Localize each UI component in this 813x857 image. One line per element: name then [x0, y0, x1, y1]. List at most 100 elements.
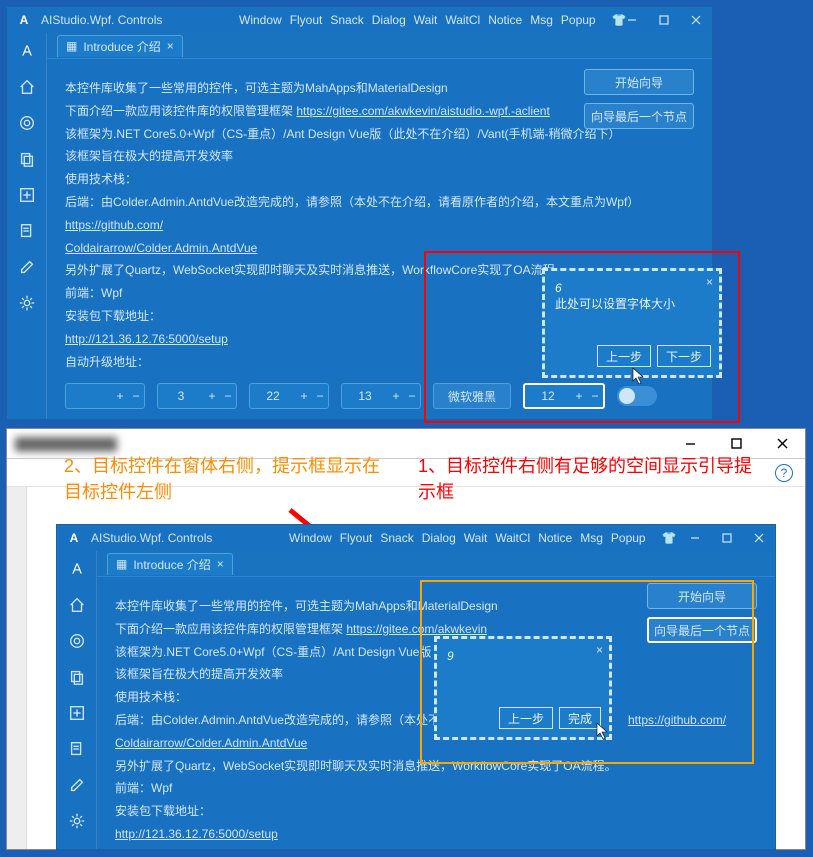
sidebar-documents-icon[interactable] [7, 213, 47, 249]
window-menu: Window Flyout Snack Dialog Wait WaitCl N… [237, 7, 629, 33]
tab-introduce[interactable]: ▦ Introduce 介绍 × [107, 553, 233, 575]
sidebar-documents-icon[interactable] [57, 731, 97, 767]
sidebar-logo-icon[interactable]: A [57, 551, 97, 587]
menu-window[interactable]: Window [237, 13, 284, 27]
spinner-fontsize[interactable]: +− [523, 383, 605, 409]
sidebar-target-icon[interactable] [7, 105, 47, 141]
plus-icon[interactable]: + [296, 384, 312, 408]
doc-link-setup[interactable]: http://121.36.12.76:5000/setup [65, 332, 228, 346]
doc-line: 另外扩展了Quartz，WebSocket实现即时聊天及实时消息推送，Workf… [115, 755, 757, 778]
menu-waitcl[interactable]: WaitCl [443, 13, 482, 27]
menu-notice[interactable]: Notice [486, 13, 524, 27]
minus-icon[interactable]: − [128, 384, 144, 408]
sidebar: A [7, 33, 47, 419]
spinner-c[interactable]: +− [341, 383, 421, 409]
menu-notice[interactable]: Notice [536, 531, 574, 545]
window-menu: Window Flyout Snack Dialog Wait WaitCl N… [287, 525, 679, 551]
menu-wait[interactable]: Wait [412, 13, 440, 27]
help-icon[interactable]: ? [775, 464, 793, 482]
doc-link-gitee[interactable]: https://gitee.com/akwkevin [346, 622, 487, 636]
callout-close-icon[interactable]: × [706, 275, 713, 289]
plus-icon[interactable]: + [112, 384, 128, 408]
doc-link-gitee[interactable]: https://gitee.com/akwkevin/aistudio.-wpf… [296, 104, 549, 118]
font-family-pill[interactable]: 微软雅黑 [433, 383, 511, 409]
svg-text:A: A [22, 44, 32, 60]
plus-icon[interactable]: + [204, 384, 220, 408]
sidebar-duplicate-icon[interactable] [57, 659, 97, 695]
viewer-close-button[interactable] [759, 429, 805, 459]
callout-done-button[interactable]: 完成 [559, 707, 601, 729]
callout-close-icon[interactable]: × [596, 643, 603, 657]
tab-close-icon[interactable]: × [217, 557, 224, 571]
app-window-lower: A AIStudio.Wpf. Controls Window Flyout S… [56, 524, 776, 850]
plus-icon[interactable]: + [571, 384, 587, 408]
doc-link-setup[interactable]: http://121.36.12.76:5000/setup [115, 827, 278, 841]
start-wizard-button[interactable]: 开始向导 [647, 583, 757, 609]
spinner-a[interactable]: +− [157, 383, 237, 409]
menu-popup[interactable]: Popup [609, 531, 648, 545]
close-button[interactable] [743, 525, 775, 551]
menu-msg[interactable]: Msg [528, 13, 555, 27]
sidebar-plus-icon[interactable] [7, 177, 47, 213]
doc-link-github[interactable]: https://github.com/ [65, 218, 163, 232]
plus-icon[interactable]: + [388, 384, 404, 408]
menu-msg[interactable]: Msg [578, 531, 605, 545]
menu-snack[interactable]: Snack [378, 531, 415, 545]
window-title: AIStudio.Wpf. Controls [41, 13, 162, 27]
doc-link-github[interactable]: https://github.com/ [628, 713, 726, 727]
menu-flyout[interactable]: Flyout [338, 531, 375, 545]
spinner-b[interactable]: +− [249, 383, 329, 409]
sidebar-home-icon[interactable] [57, 587, 97, 623]
theme-icon[interactable]: 👕 [660, 531, 679, 545]
doc-link-colder[interactable]: Coldairarrow/Colder.Admin.AntdVue [65, 241, 257, 255]
tab-label: Introduce 介绍 [133, 556, 210, 573]
tab-strip: ▦ Introduce 介绍 × [47, 33, 712, 59]
minus-icon[interactable]: − [312, 384, 328, 408]
menu-dialog[interactable]: Dialog [420, 531, 458, 545]
titlebar-lower: A AIStudio.Wpf. Controls Window Flyout S… [57, 525, 775, 551]
caption-orange: 2、目标控件在窗体右侧，提示框显示在目标控件左侧 [64, 452, 394, 504]
sidebar-target-icon[interactable] [57, 623, 97, 659]
sidebar-plus-icon[interactable] [57, 695, 97, 731]
callout-text: 此处可以设置字体大小 [555, 295, 709, 312]
sidebar-duplicate-icon[interactable] [7, 141, 47, 177]
callout-prev-button[interactable]: 上一步 [597, 345, 651, 367]
sidebar-logo-icon[interactable]: A [7, 33, 47, 69]
wizard-last-node-button[interactable]: 向导最后一个节点 [647, 617, 757, 643]
menu-flyout[interactable]: Flyout [288, 13, 325, 27]
minimize-button[interactable] [616, 7, 648, 33]
minimize-button[interactable] [679, 525, 711, 551]
sidebar-edit-icon[interactable] [7, 249, 47, 285]
doc-link-colder[interactable]: Coldairarrow/Colder.Admin.AntdVue [115, 736, 307, 750]
sidebar-cog-icon[interactable] [7, 285, 47, 321]
doc-line: 前端：Wpf [115, 777, 757, 800]
tab-close-icon[interactable]: × [167, 39, 174, 53]
minus-icon[interactable]: − [587, 384, 603, 408]
menu-waitcl[interactable]: WaitCl [493, 531, 532, 545]
minus-icon[interactable]: − [220, 384, 236, 408]
callout-prev-button[interactable]: 上一步 [499, 707, 553, 729]
maximize-button[interactable] [648, 7, 680, 33]
doc-line: 安装包下载地址： [115, 804, 211, 818]
spinner-empty[interactable]: +− [65, 383, 145, 409]
minus-icon[interactable]: − [404, 384, 420, 408]
tab-introduce[interactable]: ▦ Introduce 介绍 × [57, 35, 183, 57]
sidebar-cog-icon[interactable] [57, 803, 97, 839]
sidebar-home-icon[interactable] [7, 69, 47, 105]
menu-popup[interactable]: Popup [559, 13, 598, 27]
toggle-switch[interactable] [617, 386, 657, 406]
tab-label: Introduce 介绍 [83, 38, 160, 55]
menu-wait[interactable]: Wait [462, 531, 490, 545]
close-button[interactable] [680, 7, 712, 33]
menu-window[interactable]: Window [287, 531, 334, 545]
wizard-last-node-button[interactable]: 向导最后一个节点 [584, 103, 694, 129]
guide-callout-6: 6 此处可以设置字体大小 × 上一步 下一步 [542, 268, 722, 378]
start-wizard-button[interactable]: 开始向导 [584, 69, 694, 95]
menu-dialog[interactable]: Dialog [370, 13, 408, 27]
maximize-button[interactable] [711, 525, 743, 551]
sidebar-edit-icon[interactable] [57, 767, 97, 803]
callout-next-button[interactable]: 下一步 [657, 345, 711, 367]
svg-text:A: A [72, 562, 82, 578]
menu-snack[interactable]: Snack [328, 13, 365, 27]
sidebar: A [57, 551, 97, 849]
